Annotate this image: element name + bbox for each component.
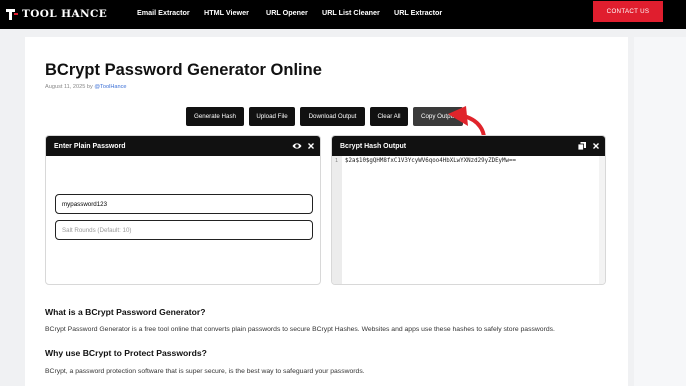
main-nav: Email Extractor HTML Viewer URL Opener U…	[0, 8, 686, 20]
line-number: 1	[335, 158, 339, 164]
salt-rounds-input[interactable]	[55, 220, 313, 240]
eye-icon[interactable]	[292, 141, 302, 151]
output-panel-title: Bcrypt Hash Output	[340, 142, 407, 150]
output-panel-header: Bcrypt Hash Output	[332, 136, 605, 156]
upload-file-button[interactable]: Upload File	[249, 107, 295, 126]
generate-hash-button[interactable]: Generate Hash	[186, 107, 244, 126]
output-scrollbar[interactable]	[599, 156, 605, 284]
output-panel: Bcrypt Hash Output 1 $2a$10$gQHM8fxC1V3Y…	[331, 135, 606, 285]
input-panel-header: Enter Plain Password	[46, 136, 320, 156]
nav-url-extractor[interactable]: URL Extractor	[394, 8, 442, 17]
input-panel: Enter Plain Password	[45, 135, 321, 285]
nav-email-extractor[interactable]: Email Extractor	[137, 8, 190, 17]
section-heading-why: Why use BCrypt to Protect Passwords?	[45, 348, 207, 358]
clear-all-button[interactable]: Clear All	[370, 107, 408, 126]
nav-url-list-cleaner[interactable]: URL List Cleaner	[322, 8, 380, 17]
section-paragraph-what: BCrypt Password Generator is a free tool…	[45, 326, 555, 333]
close-icon[interactable]	[591, 141, 601, 151]
page-title: BCrypt Password Generator Online	[45, 61, 322, 79]
section-paragraph-why: BCrypt, a password protection software t…	[45, 368, 365, 375]
post-date: August 11, 2025	[45, 84, 86, 90]
nav-url-opener[interactable]: URL Opener	[266, 8, 308, 17]
nav-html-viewer[interactable]: HTML Viewer	[204, 8, 249, 17]
top-navbar: Tool Hance Email Extractor HTML Viewer U…	[0, 0, 686, 29]
post-by: by	[86, 84, 93, 90]
post-meta: August 11, 2025 by @ToolHance	[45, 84, 126, 90]
hash-output[interactable]: $2a$10$gQHM8fxC1V3YcyWV6qoo4HbXLwYXNzd29…	[345, 158, 516, 164]
right-sidebar	[634, 37, 686, 386]
close-icon[interactable]	[306, 141, 316, 151]
copy-icon[interactable]	[577, 141, 587, 151]
download-output-button[interactable]: Download Output	[300, 107, 365, 126]
password-input[interactable]	[55, 194, 313, 214]
contact-us-button[interactable]: CONTACT US	[593, 1, 663, 22]
input-panel-title: Enter Plain Password	[54, 142, 126, 150]
section-heading-what: What is a BCrypt Password Generator?	[45, 307, 206, 317]
post-author-link[interactable]: @ToolHance	[94, 84, 126, 90]
line-gutter: 1	[332, 156, 342, 284]
